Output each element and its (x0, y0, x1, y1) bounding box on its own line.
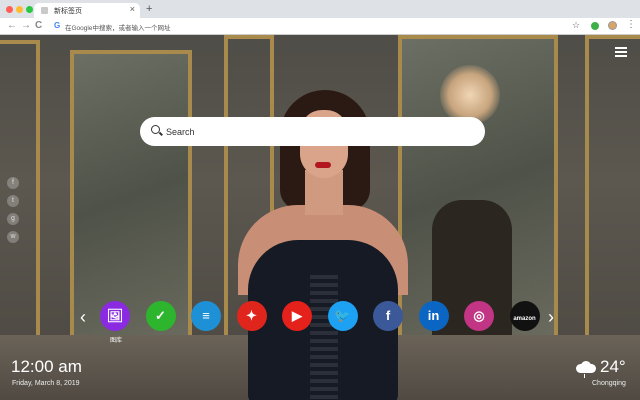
tab-title: 新标签页 (54, 8, 82, 15)
facebook-shortcut[interactable]: f (373, 301, 403, 331)
google-icon: G (54, 21, 61, 30)
amazon-icon: amazon (513, 316, 536, 322)
back-button[interactable]: ← (7, 20, 17, 32)
minimize-window-button[interactable] (16, 6, 23, 13)
instagram-icon: ◎ (473, 308, 485, 323)
wechat-share-icon[interactable]: w (7, 231, 19, 243)
linkedin-shortcut[interactable]: in (418, 301, 449, 331)
temperature: 24° (600, 357, 626, 376)
browser-menu-icon[interactable]: ⋮ (626, 19, 636, 31)
maximize-window-button[interactable] (26, 6, 33, 13)
city: Chongqing (592, 380, 626, 387)
game-icon: ✦ (246, 308, 257, 323)
tab-new-tab[interactable]: 新标签页 × (34, 3, 140, 18)
app-label: 图库 (109, 338, 122, 344)
extension-icon[interactable] (591, 22, 599, 30)
address-placeholder: 在Google中搜索，或者输入一个网址 (65, 25, 171, 32)
check-icon: ✓ (155, 308, 166, 323)
weather-cloud-icon (576, 361, 596, 378)
clock: 12:00 am (11, 357, 82, 376)
new-tab-button[interactable]: + (146, 4, 152, 15)
browser-chrome: 新标签页 × + ← → C G 在Google中搜索，或者输入一个网址 ☆ ⋮ (0, 0, 640, 35)
forward-button[interactable]: → (21, 20, 31, 32)
tab-close-icon[interactable]: × (130, 4, 135, 14)
notes-shortcut[interactable]: ≡ (191, 301, 221, 331)
profile-avatar[interactable] (608, 21, 617, 30)
linkedin-icon: in (427, 308, 440, 323)
toolbar: ← → C G 在Google中搜索，或者输入一个网址 ☆ ⋮ (0, 18, 640, 35)
twitter-icon: 🐦 (334, 308, 351, 323)
search-box[interactable] (140, 117, 485, 146)
facebook-icon: f (385, 308, 391, 323)
reload-button[interactable]: C (35, 20, 42, 32)
tab-strip: 新标签页 × + (0, 0, 640, 18)
youtube-icon: ▶ (292, 308, 302, 323)
gallery-icon: 🖼 (106, 308, 124, 323)
check-shortcut[interactable]: ✓ (145, 301, 176, 331)
new-tab-page: f t g w ‹ › 🖼 ✓ ≡ ✦ ▶ 🐦 f in ◎ amazon 图库 12:00 am… (0, 35, 640, 400)
facebook-share-icon[interactable]: f (7, 177, 19, 189)
youtube-shortcut[interactable]: ▶ (282, 301, 312, 331)
address-bar[interactable]: G 在Google中搜索，或者输入一个网址 (49, 20, 569, 33)
twitter-shortcut[interactable]: 🐦 (327, 301, 358, 331)
page-icon (41, 7, 48, 14)
prev-apps-button[interactable]: ‹ (80, 307, 86, 327)
date: Friday, March 8, 2019 (12, 380, 80, 387)
bookmark-star-icon[interactable]: ☆ (572, 20, 580, 31)
amazon-shortcut[interactable]: amazon (509, 301, 540, 331)
next-apps-button[interactable]: › (548, 307, 554, 327)
settings-menu-icon[interactable] (615, 47, 627, 57)
close-window-button[interactable] (6, 6, 13, 13)
gallery-shortcut[interactable]: 🖼 (100, 301, 130, 331)
game-shortcut[interactable]: ✦ (236, 301, 267, 331)
google-share-icon[interactable]: g (7, 213, 19, 225)
search-input[interactable] (166, 125, 466, 138)
twitter-share-icon[interactable]: t (7, 195, 19, 207)
notes-icon: ≡ (202, 308, 210, 323)
search-icon (151, 125, 160, 134)
instagram-shortcut[interactable]: ◎ (464, 301, 494, 331)
